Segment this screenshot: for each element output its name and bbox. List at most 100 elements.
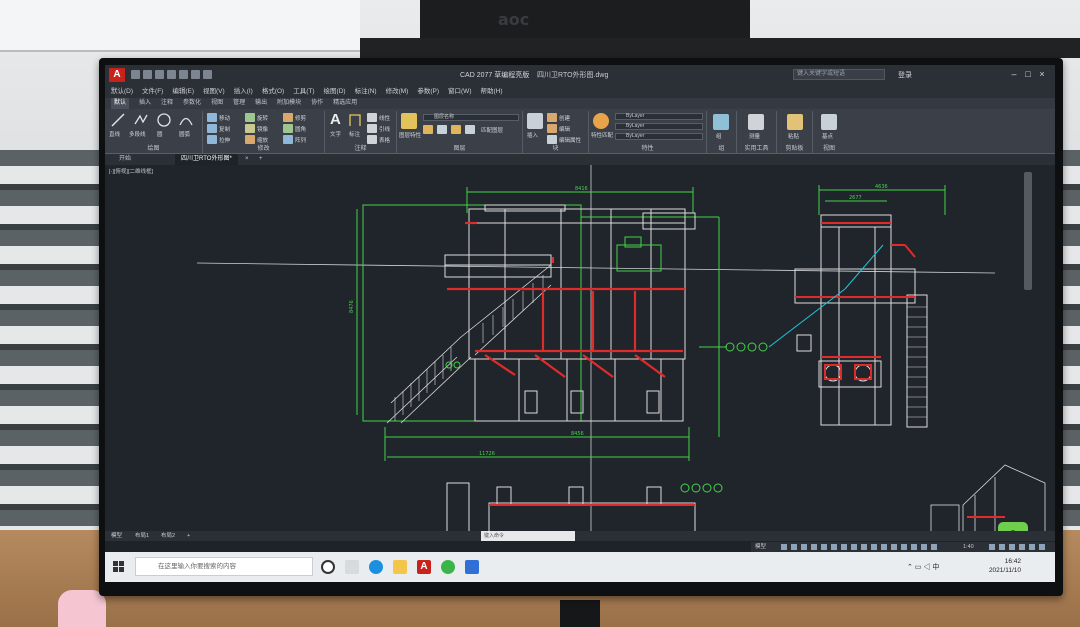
table-icon[interactable] [367, 135, 377, 144]
ribbon-tab[interactable]: 注释 [161, 98, 173, 109]
status-tool-icons[interactable] [989, 544, 1049, 550]
wechat-icon[interactable] [441, 560, 455, 574]
measure-icon[interactable] [748, 114, 764, 130]
menu-item[interactable]: 标注(N) [355, 85, 377, 98]
dimension-tool-icon[interactable] [348, 112, 362, 128]
menu-item[interactable]: 视图(V) [203, 85, 225, 98]
help-search-input[interactable]: 键入关键字或短语 [793, 69, 885, 80]
group-icon[interactable] [713, 114, 729, 130]
panel-utilities-title[interactable]: 实用工具 [737, 145, 776, 153]
vertical-scrollbar[interactable] [1024, 172, 1032, 290]
panel-groups-title[interactable]: 组 [707, 145, 736, 153]
redo-icon[interactable] [203, 70, 212, 79]
base-view-icon[interactable] [821, 114, 837, 130]
tab-model[interactable]: 模型 [111, 531, 122, 541]
stretch-icon[interactable] [207, 135, 217, 144]
cad-taskbar-icon[interactable]: A [417, 560, 431, 574]
menu-item[interactable]: 默认(D) [111, 85, 133, 98]
tab-layout1[interactable]: 布局1 [135, 531, 149, 541]
save-icon[interactable] [155, 70, 164, 79]
menu-item[interactable]: 绘图(D) [324, 85, 346, 98]
arc-tool-icon[interactable] [178, 112, 194, 128]
menu-item[interactable]: 修改(M) [386, 85, 409, 98]
drawing-canvas[interactable]: [-][俯视][二维线框] 8416 4636 2677 8456 11726 … [105, 165, 1055, 541]
move-icon[interactable] [207, 113, 217, 122]
system-tray-icons[interactable]: ⌃ ▭ ◁ 中 [907, 562, 939, 572]
text-tool-icon[interactable]: A [330, 111, 341, 128]
edit-attribute-icon[interactable] [547, 135, 557, 144]
ribbon-tab[interactable]: 视图 [211, 98, 223, 109]
panel-clipboard-title[interactable]: 剪贴板 [777, 145, 812, 153]
menu-item[interactable]: 窗口(W) [448, 85, 471, 98]
open-icon[interactable] [143, 70, 152, 79]
trim-icon[interactable] [283, 113, 293, 122]
edit-block-icon[interactable] [547, 124, 557, 133]
maximize-icon[interactable]: □ [1023, 68, 1033, 80]
undo-icon[interactable] [191, 70, 200, 79]
app-logo-icon[interactable]: A [109, 68, 125, 82]
tab-drawing[interactable]: 四川卫RTO外形图* [175, 154, 238, 165]
print-icon[interactable] [179, 70, 188, 79]
ribbon-tab[interactable]: 协作 [311, 98, 323, 109]
polyline-tool-icon[interactable] [133, 112, 149, 128]
status-model[interactable]: 模型 [755, 542, 766, 552]
menu-item[interactable]: 编辑(E) [172, 85, 194, 98]
fillet-icon[interactable] [283, 124, 293, 133]
linear-icon[interactable] [367, 113, 377, 122]
lineweight-dropdown[interactable]: ByLayer [615, 133, 703, 140]
menu-item[interactable]: 文件(F) [142, 85, 163, 98]
menu-item[interactable]: 插入(I) [234, 85, 253, 98]
annotation-scale[interactable]: 1:40 [963, 542, 974, 552]
taskbar-search-input[interactable]: 在这里输入你要搜索的内容 [135, 557, 313, 576]
minimize-icon[interactable]: – [1009, 68, 1019, 80]
copy-icon[interactable] [207, 124, 217, 133]
panel-draw-title[interactable]: 绘图 [105, 145, 202, 153]
current-layer-dropdown[interactable]: 图层名称 [423, 114, 519, 121]
color-dropdown[interactable]: ByLayer [615, 113, 703, 120]
file-explorer-icon[interactable] [393, 560, 407, 574]
menu-item[interactable]: 参数(P) [417, 85, 439, 98]
ribbon-tab[interactable]: 精选应用 [333, 98, 357, 109]
mirror-icon[interactable] [245, 124, 255, 133]
panel-view-title[interactable]: 视图 [813, 145, 845, 153]
close-icon[interactable]: × [1037, 68, 1047, 80]
panel-block-title[interactable]: 块 [523, 145, 588, 153]
app-taskbar-icon[interactable] [465, 560, 479, 574]
menu-item[interactable]: 工具(T) [293, 85, 314, 98]
ribbon-tab[interactable]: 输出 [255, 98, 267, 109]
ribbon-tab-default[interactable]: 默认 [111, 98, 130, 109]
tab-start[interactable]: 开始 [113, 154, 137, 165]
new-tab-icon[interactable]: + [253, 154, 269, 165]
line-tool-icon[interactable] [110, 112, 126, 128]
ribbon-tab[interactable]: 附加模块 [277, 98, 301, 109]
ribbon-tab[interactable]: 插入 [139, 98, 151, 109]
menu-item[interactable]: 帮助(H) [480, 85, 502, 98]
layer-tool-icon[interactable] [423, 125, 433, 134]
tab-layout2[interactable]: 布局2 [161, 531, 175, 541]
circle-tool-icon[interactable] [156, 112, 172, 128]
paste-icon[interactable] [787, 114, 803, 130]
leader-icon[interactable] [367, 124, 377, 133]
panel-layers-title[interactable]: 图层 [397, 145, 522, 153]
command-line-input[interactable]: 键入命令 [481, 531, 575, 541]
windows-start-icon[interactable] [113, 561, 125, 573]
panel-properties-title[interactable]: 特性 [589, 145, 706, 153]
add-layout-icon[interactable]: + [187, 531, 190, 541]
task-view-icon[interactable] [345, 560, 359, 574]
layer-tool-icon[interactable] [465, 125, 475, 134]
user-login[interactable]: 登录 [898, 70, 912, 80]
panel-modify-title[interactable]: 修改 [203, 145, 324, 153]
new-icon[interactable] [131, 70, 140, 79]
save-as-icon[interactable] [167, 70, 176, 79]
insert-block-icon[interactable] [527, 113, 543, 129]
match-properties-icon[interactable] [593, 113, 609, 129]
layer-tool-icon[interactable] [437, 125, 447, 134]
layer-tool-icon[interactable] [451, 125, 461, 134]
status-toggle-icons[interactable] [781, 544, 941, 550]
linetype-dropdown[interactable]: ByLayer [615, 123, 703, 130]
layer-properties-icon[interactable] [401, 113, 417, 129]
create-block-icon[interactable] [547, 113, 557, 122]
scale-icon[interactable] [245, 135, 255, 144]
panel-annotation-title[interactable]: 注释 [325, 145, 396, 153]
ribbon-tab[interactable]: 管理 [233, 98, 245, 109]
